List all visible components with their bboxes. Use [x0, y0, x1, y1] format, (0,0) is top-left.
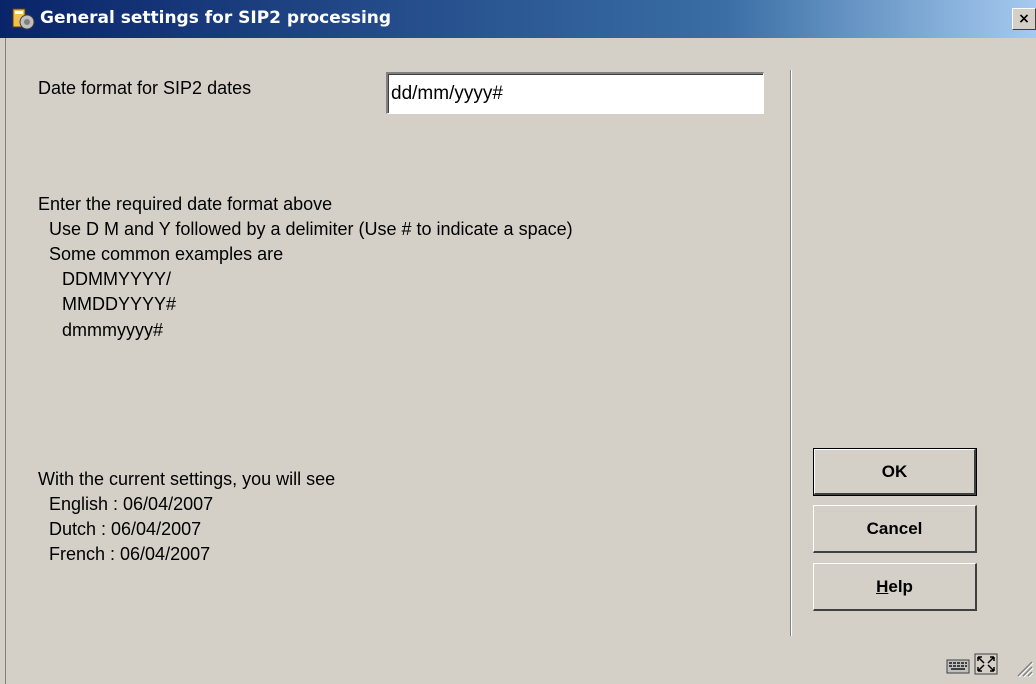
app-window-icon	[12, 8, 35, 30]
date-format-input[interactable]	[386, 72, 764, 114]
preview-french: French : 06/04/2007	[49, 544, 211, 564]
expand-icon[interactable]	[974, 652, 998, 676]
vertical-divider	[790, 70, 792, 636]
help-line-3: Some common examples are	[49, 244, 284, 264]
cancel-label: Cancel	[866, 518, 923, 538]
preview-english: English : 06/04/2007	[49, 494, 214, 514]
example-item: dmmmyyyy#	[62, 320, 164, 340]
close-button[interactable]: ×	[1012, 8, 1036, 30]
help-mnemonic: H	[876, 576, 889, 596]
help-label: Help	[876, 577, 913, 597]
help-line-1: Enter the required date format above	[38, 194, 333, 214]
help-line-2: Use D M and Y followed by a delimiter (U…	[49, 219, 573, 239]
date-format-label: Date format for SIP2 dates	[38, 78, 252, 98]
close-icon: ×	[1018, 11, 1030, 27]
help-label-rest: elp	[888, 576, 913, 596]
help-button[interactable]: Help	[813, 563, 977, 611]
status-icons	[946, 652, 998, 676]
resize-grip-icon[interactable]	[1010, 654, 1034, 680]
window-title: General settings for SIP2 processing	[40, 8, 392, 28]
preview-dutch: Dutch : 06/04/2007	[49, 519, 202, 539]
cancel-button[interactable]: Cancel	[813, 505, 977, 553]
example-item: DDMMYYYY/	[62, 269, 172, 289]
example-item: MMDDYYYY#	[62, 294, 177, 314]
ok-button[interactable]: OK	[813, 448, 977, 496]
window-frame	[0, 38, 6, 684]
keyboard-icon[interactable]	[946, 652, 970, 676]
ok-label: OK	[881, 461, 908, 481]
preview-heading: With the current settings, you will see	[38, 469, 336, 489]
title-bar[interactable]: General settings for SIP2 processing ×	[0, 0, 1036, 38]
